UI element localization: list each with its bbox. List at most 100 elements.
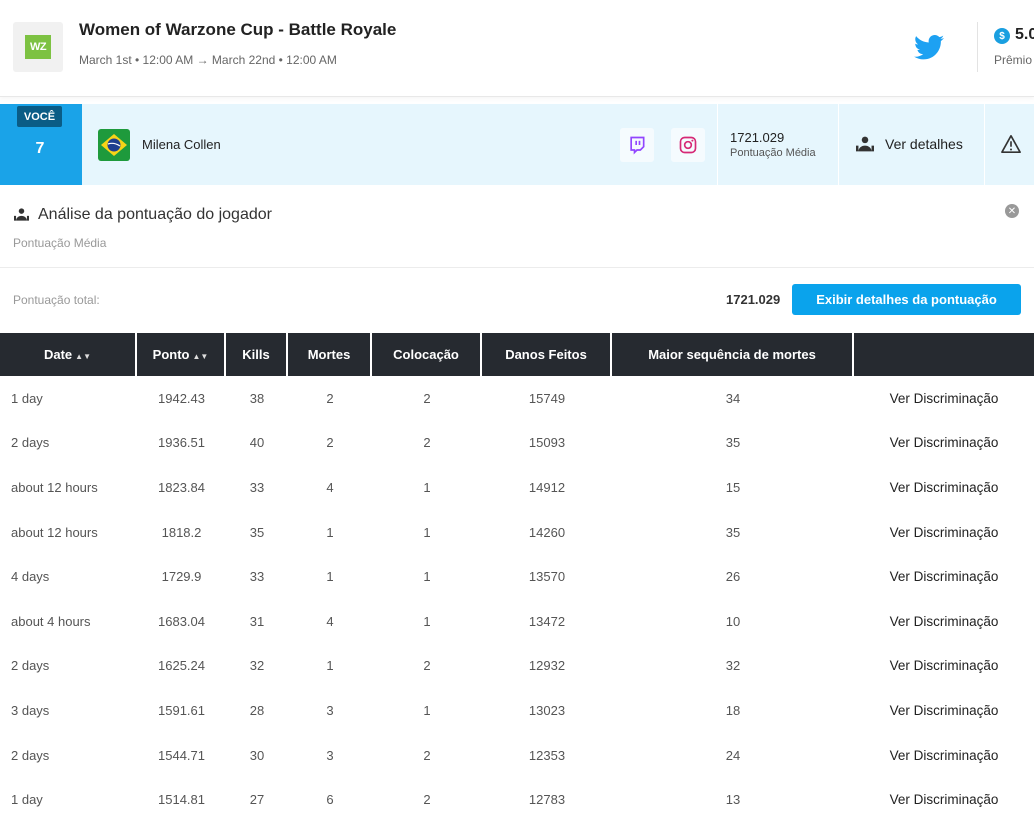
user-stats-icon: [14, 208, 29, 221]
column-header-actions: [854, 333, 1034, 376]
column-header-points[interactable]: Ponto ▲▼: [137, 333, 226, 376]
table-row: about 12 hours 1823.84 33 4 1 14912 15 Ver Disc…: [0, 465, 1034, 510]
date-cell: 2 days: [11, 658, 50, 674]
placement-cell: 2: [423, 390, 431, 406]
placement-cell: 2: [423, 435, 431, 451]
kill-streak-cell: 10: [725, 613, 741, 629]
deaths-cell: 1: [326, 569, 334, 585]
view-breakdown-link[interactable]: Ver Discriminação: [854, 688, 1034, 733]
view-details-button[interactable]: Ver detalhes: [855, 135, 963, 153]
kill-streak-cell: 18: [725, 702, 741, 718]
brazil-flag-icon: [98, 129, 130, 161]
table-row: about 4 hours 1683.04 31 4 1 13472 10 Ver Discr…: [0, 599, 1034, 644]
kills-cell: 27: [249, 792, 265, 808]
wz-logo: WZ: [25, 35, 51, 59]
average-score-label: Pontuação Média: [730, 147, 816, 159]
table-row: about 12 hours 1818.2 35 1 1 14260 35 Ver Discr…: [0, 510, 1034, 555]
column-header-damage: Danos Feitos: [482, 333, 612, 376]
view-breakdown-link[interactable]: Ver Discriminação: [854, 644, 1034, 689]
view-breakdown-link[interactable]: Ver Discriminação: [854, 599, 1034, 644]
table-header-row: Date ▲▼ Ponto ▲▼ Kills Mortes Colocação Da…: [0, 333, 1034, 376]
kill-streak-cell: 32: [725, 658, 741, 674]
damage-cell: 13023: [528, 702, 566, 718]
deaths-cell: 4: [326, 479, 334, 495]
row-divider: [717, 104, 718, 185]
row-divider: [984, 104, 985, 185]
damage-cell: 14912: [528, 479, 566, 495]
view-breakdown-link[interactable]: Ver Discriminação: [854, 733, 1034, 778]
placement-cell: 1: [423, 479, 431, 495]
matches-table: Date ▲▼ Ponto ▲▼ Kills Mortes Colocação Da…: [0, 333, 1034, 822]
analysis-subtitle: Pontuação Média: [13, 236, 107, 250]
row-divider: [838, 104, 839, 185]
dollar-coin-icon: $: [994, 28, 1010, 44]
placement-cell: 1: [423, 613, 431, 629]
kills-cell: 33: [249, 479, 265, 495]
points-cell: 1514.81: [158, 792, 205, 808]
sort-icon[interactable]: ▲▼: [192, 352, 208, 361]
damage-cell: 13472: [528, 613, 566, 629]
view-breakdown-link[interactable]: Ver Discriminação: [854, 421, 1034, 466]
kills-cell: 32: [249, 658, 265, 674]
points-cell: 1729.9: [161, 569, 202, 585]
placement-cell: 1: [423, 702, 431, 718]
deaths-cell: 1: [326, 524, 334, 540]
instagram-icon: [679, 136, 697, 154]
kills-cell: 31: [249, 613, 265, 629]
date-cell: 2 days: [11, 747, 50, 763]
close-icon[interactable]: ✕: [1005, 204, 1019, 218]
average-score: 1721.029: [730, 130, 785, 145]
twitch-button[interactable]: [620, 128, 654, 162]
kills-cell: 30: [249, 747, 265, 763]
twitch-icon: [630, 136, 645, 155]
kills-cell: 28: [249, 702, 265, 718]
damage-cell: 15093: [528, 435, 566, 451]
view-breakdown-link[interactable]: Ver Discriminação: [854, 465, 1034, 510]
twitter-share-button[interactable]: [905, 24, 953, 70]
rank-box: VOCÊ 7: [0, 104, 82, 185]
date-cell: 3 days: [11, 702, 50, 718]
placement-cell: 1: [423, 524, 431, 540]
player-name[interactable]: Milena Collen: [142, 137, 221, 152]
points-cell: 1942.43: [158, 390, 205, 406]
points-cell: 1936.51: [158, 435, 205, 451]
points-cell: 1591.61: [158, 702, 205, 718]
date-cell: 4 days: [11, 569, 50, 585]
view-breakdown-link[interactable]: Ver Discriminação: [854, 777, 1034, 822]
date-cell: 1 day: [11, 792, 43, 808]
kill-streak-cell: 35: [725, 435, 741, 451]
tournament-logo: WZ: [13, 22, 63, 72]
column-header-placement: Colocação: [372, 333, 482, 376]
tournament-title: Women of Warzone Cup - Battle Royale: [79, 20, 397, 39]
table-row: 2 days 1544.71 30 3 2 12353 24 Ver Discriminaçã…: [0, 733, 1034, 778]
view-breakdown-link[interactable]: Ver Discriminação: [854, 510, 1034, 555]
points-cell: 1818.2: [161, 524, 202, 540]
kills-cell: 33: [249, 569, 265, 585]
rank-number: 7: [35, 140, 45, 157]
table-row: 2 days 1625.24 32 1 2 12932 32 Ver Discriminaçã…: [0, 644, 1034, 689]
damage-cell: 12932: [528, 658, 566, 674]
placement-cell: 2: [423, 658, 431, 674]
header: WZ Women of Warzone Cup - Battle Royale …: [0, 0, 1034, 97]
sort-icon[interactable]: ▲▼: [75, 352, 91, 361]
kill-streak-cell: 26: [725, 569, 741, 585]
view-breakdown-link[interactable]: Ver Discriminação: [854, 376, 1034, 421]
warning-icon[interactable]: [1000, 134, 1022, 154]
table-row: 3 days 1591.61 28 3 1 13023 18 Ver Discriminaçã…: [0, 688, 1034, 733]
damage-cell: 12353: [528, 747, 566, 763]
view-breakdown-link[interactable]: Ver Discriminação: [854, 554, 1034, 599]
view-details-label: Ver detalhes: [885, 136, 963, 152]
placement-cell: 2: [423, 792, 431, 808]
column-header-kill-streak: Maior sequência de mortes: [612, 333, 854, 376]
damage-cell: 12783: [528, 792, 566, 808]
show-score-details-button[interactable]: Exibir detalhes da pontuação: [792, 284, 1021, 315]
total-score-value: 1721.029: [726, 292, 781, 307]
total-score-label: Pontuação total:: [13, 293, 100, 307]
deaths-cell: 2: [326, 435, 334, 451]
placement-cell: 1: [423, 569, 431, 585]
instagram-button[interactable]: [671, 128, 705, 162]
points-cell: 1544.71: [158, 747, 205, 763]
deaths-cell: 3: [326, 702, 334, 718]
date-cell: about 12 hours: [11, 479, 98, 495]
column-header-date[interactable]: Date ▲▼: [0, 333, 137, 376]
